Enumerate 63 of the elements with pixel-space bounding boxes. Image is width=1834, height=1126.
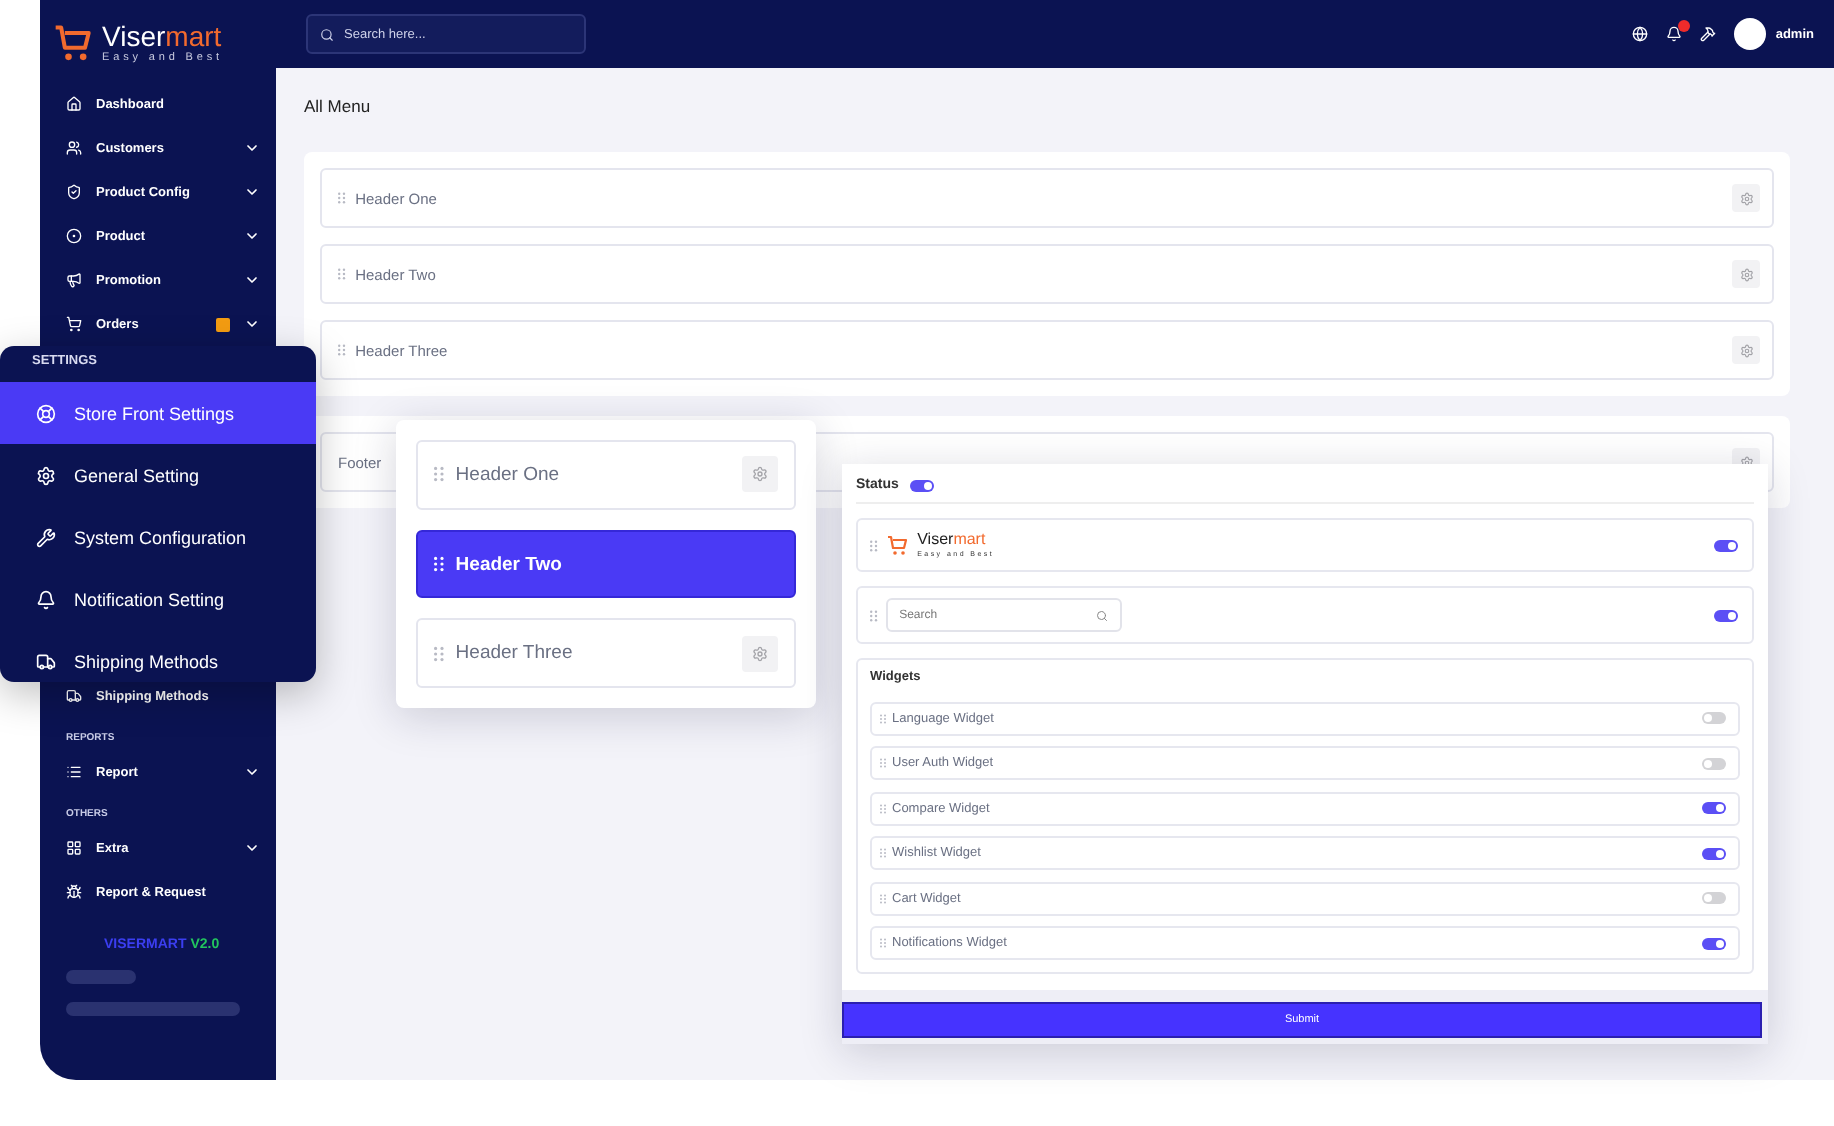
cart-icon	[66, 316, 82, 332]
widget-toggle[interactable]	[1702, 712, 1726, 724]
header-option[interactable]: Header Two	[416, 529, 796, 599]
avatar[interactable]	[1733, 18, 1766, 50]
search-icon	[1095, 609, 1108, 621]
users-icon	[66, 140, 82, 156]
grid-icon	[66, 840, 82, 856]
widget-toggle[interactable]	[1702, 892, 1726, 904]
circle-icon	[66, 228, 82, 244]
settings-button[interactable]	[1732, 260, 1760, 288]
gear-icon	[1739, 343, 1753, 357]
shield-icon	[66, 184, 82, 200]
settings-button[interactable]	[1732, 184, 1760, 212]
scrollbar-thumb[interactable]	[66, 970, 136, 984]
globe-icon	[1631, 26, 1648, 42]
list-icon	[66, 764, 82, 780]
brand-name: Visermart	[917, 531, 988, 548]
gear-icon	[1739, 191, 1753, 205]
status-toggle[interactable]	[910, 479, 935, 491]
drag-handle-icon[interactable]	[434, 556, 444, 572]
gear-icon	[752, 466, 768, 483]
drag-handle-icon[interactable]	[870, 539, 878, 551]
settings-button[interactable]	[742, 456, 778, 493]
header-option[interactable]: Header Three	[416, 618, 796, 689]
drag-handle-icon[interactable]	[338, 268, 346, 280]
gear-icon	[752, 645, 768, 662]
truck-icon	[36, 651, 56, 671]
widget-toggle[interactable]	[1702, 937, 1726, 949]
logo-toggle[interactable]	[1714, 539, 1738, 551]
home-icon	[66, 96, 82, 112]
scrollbar-track[interactable]	[66, 1002, 240, 1016]
settings-menu-item[interactable]: Shipping Methods	[0, 630, 316, 692]
bell-icon	[36, 589, 56, 609]
settings-menu-item[interactable]: Notification Setting	[0, 568, 316, 630]
megaphone-icon	[66, 272, 82, 288]
search-icon	[320, 27, 334, 41]
widget-toggle[interactable]	[1702, 847, 1726, 859]
widget-toggle[interactable]	[1702, 802, 1726, 814]
search-toggle[interactable]	[1714, 609, 1738, 621]
gear-icon	[36, 465, 56, 485]
brand-name: Visermart	[102, 22, 223, 51]
hammer-icon	[1699, 26, 1716, 42]
settings-menu-item[interactable]: General Setting	[0, 444, 316, 506]
settings-menu-item[interactable]: Store Front Settings	[0, 382, 316, 444]
drag-handle-icon[interactable]	[434, 645, 444, 662]
bell-icon	[1665, 26, 1682, 42]
truck-icon	[66, 688, 82, 704]
bug-icon	[66, 884, 82, 900]
drag-handle-icon[interactable]	[338, 344, 346, 356]
header-option[interactable]: Header One	[416, 440, 796, 510]
cart-logo-icon	[885, 533, 910, 557]
lifebuoy-icon	[36, 403, 56, 423]
settings-button[interactable]	[1732, 336, 1760, 364]
page-title: All Menu	[304, 96, 373, 120]
drag-handle-icon[interactable]	[870, 609, 878, 621]
settings-menu-item[interactable]: System Configuration	[0, 506, 316, 568]
cart-logo-icon	[52, 22, 96, 66]
widget-toggle[interactable]	[1702, 757, 1726, 769]
wrench-icon	[36, 527, 56, 547]
drag-handle-icon[interactable]	[434, 466, 444, 483]
settings-button[interactable]	[742, 635, 778, 672]
drag-handle-icon[interactable]	[338, 192, 346, 204]
gear-icon	[1739, 267, 1753, 281]
